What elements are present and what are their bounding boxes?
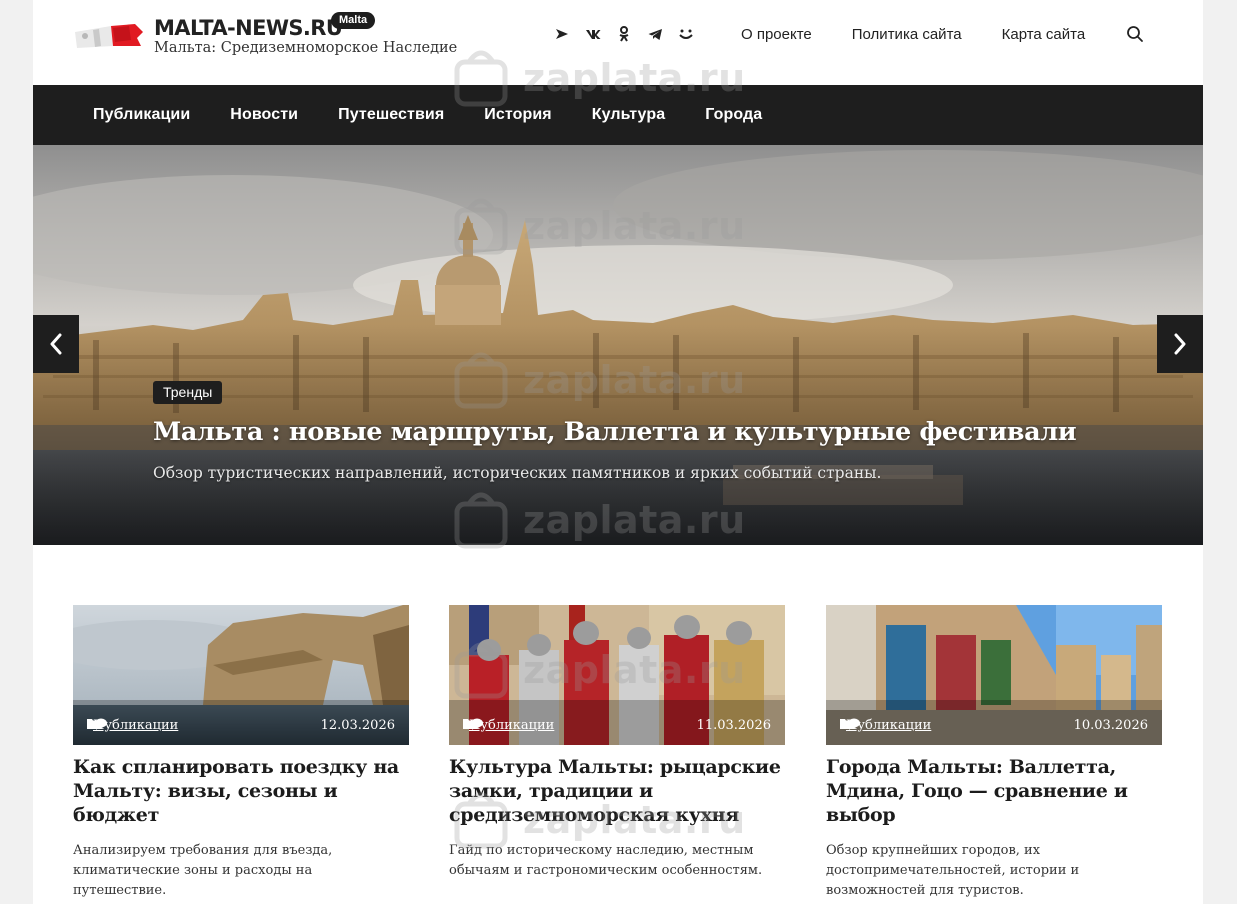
- hero-title[interactable]: Мальта : новые маршруты, Валлетта и куль…: [153, 417, 1077, 447]
- chevron-right-icon: [1174, 333, 1186, 355]
- page: MALTA-NEWS.RU Malta Мальта: Средиземномо…: [33, 0, 1203, 904]
- policy-link[interactable]: Политика сайта: [852, 26, 962, 43]
- article-meta: Публикации 11.03.2026: [463, 718, 771, 733]
- nav-item-history[interactable]: История: [484, 106, 551, 124]
- main-nav: Публикации Новости Путешествия История К…: [33, 85, 1203, 145]
- hero-slider[interactable]: Тренды Мальта : новые маршруты, Валлетта…: [33, 145, 1203, 545]
- smile-icon[interactable]: [677, 24, 695, 44]
- article-description: Анализируем требования для въезда, клима…: [73, 843, 333, 898]
- share-icon[interactable]: [553, 24, 571, 44]
- article-card: Публикации 12.03.2026 Как спланировать п…: [73, 605, 409, 901]
- article-card: Публикации 11.03.2026 Культура Мальты: р…: [449, 605, 785, 881]
- article-title[interactable]: Как спланировать поездку на Мальту: визы…: [73, 755, 409, 827]
- comments-icon[interactable]: [848, 718, 862, 730]
- nav-item-news[interactable]: Новости: [230, 106, 298, 124]
- hero-image: [33, 145, 1203, 545]
- article-description: Гайд по историческому наследию, местным …: [449, 843, 763, 878]
- article-card: Публикации 10.03.2026 Города Мальты: Вал…: [826, 605, 1162, 901]
- social-links: [553, 24, 695, 44]
- article-date: 11.03.2026: [696, 718, 771, 733]
- article-description: Обзор крупнейших городов, их достопримеч…: [826, 843, 1080, 898]
- site-description: Мальта: Средиземноморское Наследие: [154, 40, 458, 56]
- site-badge: Malta: [331, 12, 376, 29]
- sitemap-link[interactable]: Карта сайта: [1002, 26, 1086, 43]
- vk-icon[interactable]: [584, 24, 602, 44]
- comments-icon[interactable]: [95, 718, 109, 730]
- slider-next-button[interactable]: [1157, 315, 1203, 373]
- article-image[interactable]: Публикации 12.03.2026: [73, 605, 409, 745]
- malta-flag-logo[interactable]: [73, 20, 145, 54]
- nav-item-travel[interactable]: Путешествия: [338, 106, 444, 124]
- nav-item-culture[interactable]: Культура: [592, 106, 665, 124]
- chevron-left-icon: [50, 333, 62, 355]
- article-meta: Публикации 12.03.2026: [87, 718, 395, 733]
- article-title[interactable]: Культура Мальты: рыцарские замки, традиц…: [449, 755, 785, 827]
- article-image[interactable]: Публикации 10.03.2026: [826, 605, 1162, 745]
- nav-item-publications[interactable]: Публикации: [93, 106, 190, 124]
- comments-icon[interactable]: [471, 718, 485, 730]
- search-icon[interactable]: [1126, 25, 1144, 43]
- telegram-icon[interactable]: [646, 24, 664, 44]
- article-image[interactable]: Публикации 11.03.2026: [449, 605, 785, 745]
- hero-subtitle: Обзор туристических направлений, историч…: [153, 464, 882, 482]
- odnoklassniki-icon[interactable]: [615, 24, 633, 44]
- article-title[interactable]: Города Мальты: Валлетта, Мдина, Гоцо — с…: [826, 755, 1162, 827]
- top-links: О проекте Политика сайта Карта сайта: [741, 26, 1085, 43]
- article-date: 10.03.2026: [1073, 718, 1148, 733]
- slider-prev-button[interactable]: [33, 315, 79, 373]
- nav-item-cities[interactable]: Города: [705, 106, 762, 124]
- site-header: MALTA-NEWS.RU Malta Мальта: Средиземномо…: [33, 0, 1203, 85]
- hero-tag[interactable]: Тренды: [153, 381, 223, 404]
- site-name[interactable]: MALTA-NEWS.RU: [154, 16, 343, 40]
- article-meta: Публикации 10.03.2026: [840, 718, 1148, 733]
- article-date: 12.03.2026: [320, 718, 395, 733]
- about-link[interactable]: О проекте: [741, 26, 812, 43]
